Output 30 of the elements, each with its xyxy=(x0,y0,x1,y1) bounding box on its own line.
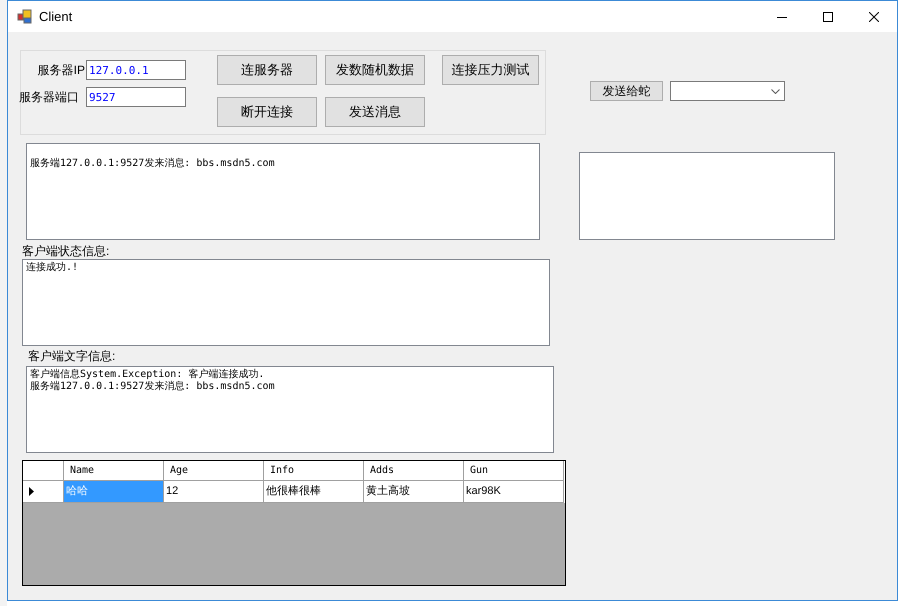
table-cell[interactable]: 黄土高坡 xyxy=(364,481,464,503)
text-box[interactable]: 服务端127.0.0.1:9527发来消息: bbs.msdn5.com xyxy=(26,143,540,240)
dropdown[interactable] xyxy=(670,81,785,101)
port-field[interactable]: 9527 xyxy=(86,87,186,107)
ip-field[interactable]: 127.0.0.1 xyxy=(86,60,186,80)
table-cell[interactable]: 他很棒很棒 xyxy=(264,481,364,503)
text-box[interactable]: 连接成功.! xyxy=(22,259,550,346)
text-line: 服务端127.0.0.1:9527发来消息: bbs.msdn5.com xyxy=(30,158,275,170)
text-box[interactable]: 客户端信息System.Exception: 客户端连接成功. 服务端127.0.0.1:9527发来消息: bbs.msdn5.com xyxy=(26,366,554,453)
ip-label: 服务器IP xyxy=(36,62,85,79)
table-cell[interactable]: 12 xyxy=(164,481,264,503)
form-button[interactable]: 连接压力测试 xyxy=(442,55,539,85)
form-button[interactable]: 断开连接 xyxy=(217,96,317,126)
text-info-label: 客户端文字信息: xyxy=(28,348,116,364)
form-button[interactable]: 发送消息 xyxy=(325,96,425,126)
text-box[interactable] xyxy=(579,152,835,240)
window-title: Client xyxy=(39,8,72,26)
text-line: 服务端127.0.0.1:9527发来消息: bbs.msdn5.com xyxy=(30,381,275,393)
form-button[interactable]: 连服务器 xyxy=(217,55,317,85)
status-label: 客户端状态信息: xyxy=(22,243,110,259)
form-button[interactable]: 发数随机数据 xyxy=(325,55,425,85)
close-icon xyxy=(869,12,879,22)
app-icon xyxy=(17,8,33,24)
table-cell[interactable]: kar98K xyxy=(464,481,564,503)
send-button[interactable]: 发送给蛇 xyxy=(590,81,663,101)
maximize-icon xyxy=(823,12,833,22)
chevron-down-icon xyxy=(771,88,780,94)
text-line: 连接成功.! xyxy=(26,262,78,274)
port-label: 服务器端口 xyxy=(18,89,79,106)
text-line: 客户端信息System.Exception: 客户端连接成功. xyxy=(30,369,264,380)
